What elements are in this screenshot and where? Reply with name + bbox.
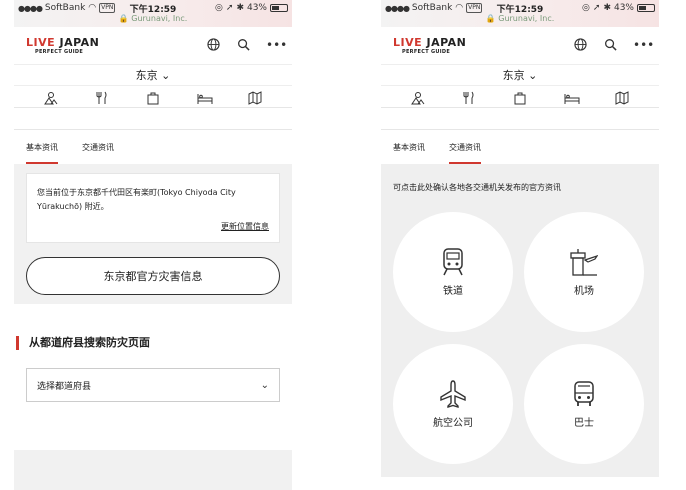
battery-percent: 43% — [246, 3, 267, 13]
search-icon[interactable] — [603, 38, 617, 52]
train-option[interactable]: 铁道 — [393, 212, 513, 332]
status-bar: ●●●● SoftBank ◠ VPN 下午12:59 🔒 Gurunavi, … — [381, 0, 659, 27]
site-url: 🔒 Gurunavi, Inc. — [118, 14, 188, 23]
lock-rotation-icon: ◎ — [215, 3, 223, 13]
live-japan-logo[interactable]: LIVE JAPAN PERFECT GUIDE — [393, 37, 466, 55]
airplane-icon — [393, 380, 513, 408]
category-icons — [14, 86, 292, 108]
app-header: LIVE JAPAN PERFECT GUIDE ••• — [14, 27, 292, 65]
info-tabs: 基本资讯 交通资讯 — [14, 130, 292, 164]
globe-icon[interactable] — [206, 38, 220, 52]
phone-basic-info: ●●●● SoftBank ◠ VPN 下午12:59 🔒 Gurunavi, … — [14, 0, 292, 490]
spacer — [381, 108, 659, 130]
location-panel: 您当前位于东京都千代田区有楽町(Tokyo Chiyoda City Yūrak… — [14, 164, 292, 304]
tab-transport-info[interactable]: 交通资讯 — [82, 142, 114, 164]
search-icon[interactable] — [236, 38, 250, 52]
train-icon — [393, 248, 513, 276]
tab-transport-info[interactable]: 交通资讯 — [449, 142, 481, 164]
airline-option[interactable]: 航空公司 — [393, 344, 513, 464]
globe-icon[interactable] — [573, 38, 587, 52]
shopping-icon[interactable] — [146, 90, 160, 104]
battery-icon — [270, 4, 288, 12]
location-arrow-icon: ➚ — [592, 3, 601, 13]
site-url: 🔒 Gurunavi, Inc. — [485, 14, 555, 23]
update-location-link[interactable]: 更新位置信息 — [37, 220, 269, 234]
tab-basic-info[interactable]: 基本资讯 — [26, 142, 58, 164]
map-icon[interactable] — [248, 90, 262, 105]
sightseeing-icon[interactable] — [44, 90, 58, 104]
chevron-down-icon: ⌄ — [161, 69, 171, 82]
option-label: 巴士 — [574, 418, 594, 429]
more-icon[interactable]: ••• — [266, 38, 287, 52]
city-selector[interactable]: 东京 ⌄ — [14, 65, 292, 86]
bluetooth-icon: ✱ — [236, 3, 244, 13]
battery-icon — [637, 4, 655, 12]
location-card: 您当前位于东京都千代田区有楽町(Tokyo Chiyoda City Yūrak… — [26, 173, 280, 243]
phone-transport-info: ●●●● SoftBank ◠ VPN 下午12:59 🔒 Gurunavi, … — [381, 0, 659, 490]
bus-option[interactable]: 巴士 — [524, 344, 644, 464]
transport-hint: 可点击此处确认各地各交通机关发布的官方资讯 — [393, 183, 561, 192]
prefecture-select-label: 选择都道府县 — [37, 381, 92, 392]
dining-icon[interactable] — [462, 90, 476, 104]
app-header: LIVE JAPAN PERFECT GUIDE ••• — [381, 27, 659, 65]
section-title: 从都道府县搜索防灾页面 — [16, 336, 292, 350]
bus-icon — [524, 380, 644, 408]
status-indicators: ◎ ➚ ✱ 43% — [582, 3, 655, 13]
dining-icon[interactable] — [95, 90, 109, 104]
chevron-down-icon: ⌄ — [528, 69, 538, 82]
hotel-icon[interactable] — [564, 90, 580, 104]
shopping-icon[interactable] — [513, 90, 527, 104]
airport-option[interactable]: 机场 — [524, 212, 644, 332]
status-indicators: ◎ ➚ ✱ 43% — [215, 3, 288, 13]
chevron-down-icon: ⌄ — [260, 379, 269, 391]
info-tabs: 基本资讯 交通资讯 — [381, 130, 659, 164]
bluetooth-icon: ✱ — [603, 3, 611, 13]
transport-panel: 可点击此处确认各地各交通机关发布的官方资讯 铁道 机场 航空公司 巴士 — [381, 164, 659, 477]
location-arrow-icon: ➚ — [225, 3, 234, 13]
battery-percent: 43% — [613, 3, 634, 13]
option-label: 机场 — [574, 286, 594, 297]
option-label: 铁道 — [443, 286, 463, 297]
spacer — [14, 108, 292, 130]
sightseeing-icon[interactable] — [411, 90, 425, 104]
footer-area — [14, 450, 292, 490]
category-icons — [381, 86, 659, 108]
location-text: 您当前位于东京都千代田区有楽町(Tokyo Chiyoda City Yūrak… — [37, 188, 236, 211]
lock-rotation-icon: ◎ — [582, 3, 590, 13]
option-label: 航空公司 — [433, 418, 473, 429]
status-bar: ●●●● SoftBank ◠ VPN 下午12:59 🔒 Gurunavi, … — [14, 0, 292, 27]
hotel-icon[interactable] — [197, 90, 213, 104]
prefecture-select[interactable]: 选择都道府县 ⌄ — [26, 368, 280, 402]
tab-basic-info[interactable]: 基本资讯 — [393, 142, 425, 164]
official-disaster-info-button[interactable]: 东京都官方灾害信息 — [26, 257, 280, 295]
more-icon[interactable]: ••• — [633, 38, 654, 52]
city-selector[interactable]: 东京 ⌄ — [381, 65, 659, 86]
map-icon[interactable] — [615, 90, 629, 105]
live-japan-logo[interactable]: LIVE JAPAN PERFECT GUIDE — [26, 37, 99, 55]
airport-icon — [524, 248, 644, 276]
